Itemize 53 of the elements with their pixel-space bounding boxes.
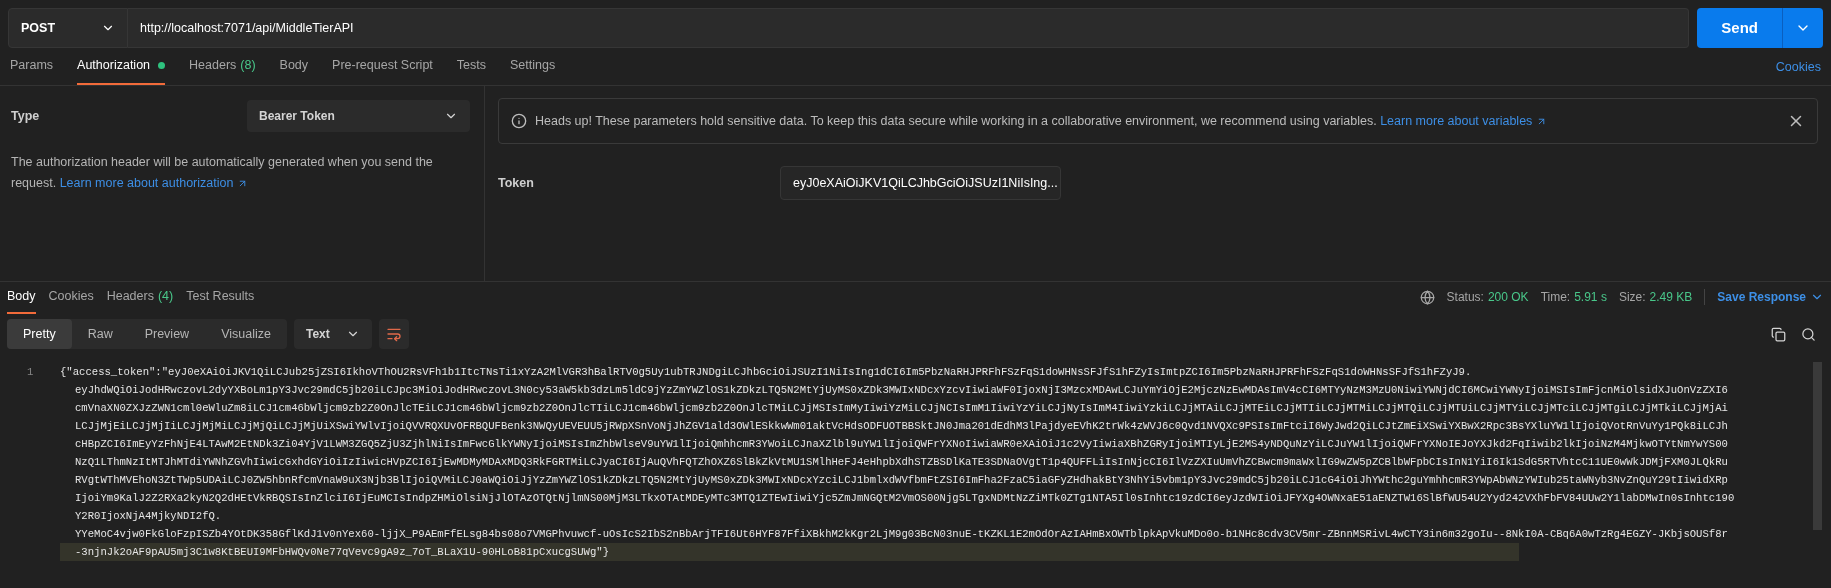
code-line: cHBpZCI6ImEyYzFhNjE4LTAwM2EtNDk3Zi04YjV1LWM3ZGQ5ZjU3ZjhlNiIsImFwcGlkYWNyIjoiMSIsImZhbWlseV9uYW1lIjoiQmhhcmR3YWoiLCJnaXZlbl9uYW1lIjoiQWFrYXNoIiwiaWR0eXAiOiJ1c2VyIiwiaXBhZGRyIjoiMTIyLjE2MS4yNDQuNzYiLCJuYW1lIjoiQWFrYXNoIEJoYXJkd2FqIiwib2lkIjoiNzM4MjkwOTYtNmYwYS00 [74, 437, 1729, 452]
token-field[interactable]: eyJ0eXAiOiJKV1QiLCJhbGciOiJSUzI1NiIsIng... [780, 166, 1061, 200]
code-line: cmVnaXN0ZXJzZWN1cml0eWluZm8iLCJ1cm46bWljcm9zb2Z0OnJlcTEiLCJ1cm46bWljcm9zb2Z0OnJlcTIiLCJ1cm46bWljcm9zb2Z0OnJlcTMiLCJjMSIsImMyIiwiYzMiLCJjNCIsImM1IiwiYzYiLCJjNyIsImM4IiwiYzkiLCJjMTAiLCJjMTEiLCJjMTIiLCJjMTMiLCJjMTQiLCJjMTUiLCJjMTYiLCJjMTciLCJjMTgiLCJjMTkiLCJjMjAi [74, 401, 1729, 416]
request-tab[interactable]: Settings [510, 56, 556, 85]
code-line: {"access_token":"eyJ0eXAiOiJKV1QiLCJub25jZSI6IkhoVThOU2RsVFh1b1ItcTNsTi1xYzA2MlVGR3hBalRTV0g5Uy1ubTRJNDgiLCJhbGciOiJSUzI1NiIsIng1dCI6Im5PbzNaRHJPRFhFSzFqS1doWHNsSFJfS1hFZyIsImtpZCI6Im5PbzNaRHJPRFhFSzFqS1doWHNsSFJfS1hFZyJ9. [60, 365, 1473, 380]
code-line: RVgtWThMVEhoN3ZtTWp5UDAiLCJ0ZW5hbnRfcmVnaW9uX3Njb3BlIjoiQVMiLCJ0aWQiOiJjYzZmYWZlOS1kZDkzLTQ5N2MtYjUyMS0xZDk3MWIxNDcxYzciLCJ1bmlxdWVfbmFtZSI6ImFha2FzaC5iaGFyZHdhakBtY3NhYi5vbm1pY3Jvc29mdC5jb20iLCJ1cG4iOiJhYWthc2guYmhhcmR3YWpAbWNzYWIub25taWNyb3NvZnQuY29tIiwidXRp [74, 473, 1729, 488]
response-tab[interactable]: Cookies [48, 287, 94, 314]
code-line: NzQ1LThmNzItMTJhMTdiYWNhZGVhIiwicGxhdGYiOiIzIiwicHVpZCI6IjEwMDMyMDAxMDQ3RkFGRTMiLCJyaCI6IjAuQVhFQTZhOXZ6SlBkZkVtMU1SMlhHeFJ4eHhpbXdhSTZBSDlKaTE3SDNaOVgtT1p4QUFFLiIsInNjcCI6IlVzZXIuUmVhZCBwcm9maWxlIG9wZW5pZCBlbWFpbCIsInN1YiI6Ik1SdG5RTVhtcC11UE0wWkJDMjFXM0JLQkRu [74, 455, 1729, 470]
request-tab[interactable]: Params [10, 56, 54, 85]
line-number: 1 [26, 365, 35, 380]
request-tab[interactable]: Headers (8) [189, 56, 256, 85]
search-icon[interactable] [1801, 326, 1816, 342]
response-tab[interactable]: Test Results [186, 287, 255, 314]
type-label: Type [11, 107, 40, 125]
url-field[interactable]: http://localhost:7071/api/MiddleTierAPI [128, 8, 1690, 48]
info-icon [511, 113, 527, 129]
scrollbar[interactable] [1813, 362, 1822, 530]
method-select[interactable]: POST [8, 8, 128, 48]
response-tab[interactable]: Body [7, 287, 36, 314]
wrap-lines-icon [385, 326, 402, 342]
view-tab[interactable]: Preview [128, 319, 206, 349]
variables-link[interactable]: Learn more about variables [1380, 111, 1548, 131]
save-response-button[interactable]: Save Response [1717, 288, 1824, 306]
request-tab[interactable]: Tests [456, 56, 486, 85]
notice-text: Heads up! These parameters hold sensitive data. To keep this data secure while working in a collaborative environment, we recommend using variables. Learn more about variables [535, 111, 1548, 131]
view-tab[interactable]: Pretty [7, 319, 72, 349]
request-tab[interactable]: Authorization [77, 56, 166, 85]
code-line: LCJjMjEiLCJjMjIiLCJjMjMiLCJjMjQiLCJjMjUiXSwiYWlvIjoiQVVRQXUvOFRBQUFBenk3NWQyUEVEUU5jRWpXSnVoNjJhZGV1ald3OWlESkkwWm01aktVcHdsODFUOTBBSktJN0Jma201dEdhM3lPajdyeEVhK2trWk4zWVJ6c0Qvd1NVQXc9PSIsImFtciI6WyJwd2QiLCJtZmEiXSwiYXBwX2Rpc3BsYXluYW1lIjoiQVotRnVuYy1PQk8iLCJh [74, 419, 1729, 434]
request-tab[interactable]: Pre-request Script [332, 56, 433, 85]
size-label: Size: [1618, 289, 1646, 306]
size-value: 2.49 KB [1649, 289, 1693, 306]
copy-icon[interactable] [1771, 326, 1786, 342]
auth-type-select[interactable]: Bearer Token [247, 100, 470, 132]
cookies-link[interactable]: Cookies [1775, 58, 1821, 85]
status-label: Status: [1446, 289, 1484, 306]
globe-icon[interactable] [1419, 289, 1435, 305]
code-line: Y2R0IjoxNjA4MjkyNDI2fQ. [74, 509, 223, 524]
view-tab[interactable]: Visualize [205, 319, 287, 349]
token-label: Token [498, 174, 535, 192]
status-value: 200 OK [1487, 289, 1529, 306]
time-label: Time: [1540, 289, 1571, 306]
view-tab[interactable]: Raw [71, 319, 129, 349]
code-line: IjoiYm9KalJ2Z2RXa2kyN2Q2dHEtVkRBQSIsInZlciI6IjEuMCIsIndpZHMiOlsiNjJlOTAzOTQtNjlmNS00MjM3LTkxOTAtMDEyMTc3MTQ1ZTEwIiwiYjc5ZmJmNGQtM2VmOS00Njg5LTgxNDMtNzZiMTk0ZTg1NTA5Il0sInhtc19zdCI6eyJzdWIiOiJFYXg4OWNxaE51aENZTW16SlBfWU54U2Yyd242VXhFbFV84UUw2Y1labDMwIn0sInhtc190 [74, 491, 1735, 506]
request-tab[interactable]: Body [279, 56, 309, 85]
code-line: YYeMoC4vjw0FkGloFzpISZb4YOtDK358GflKdJ1v0nYex60-ljjX_P9AEmFfELsg84bs08o7VMGPhvuwcf-uOsIcS2IbS2nBbArjTFI6Ut6HYF87FfiXBkhM2kKgr2LjM9g03BcN03nuE-tKZKL1E2mOdOrAzIAHmBxOWTblpkApVkuMDo0o-b1NHc8cdv3CV5mr-ZBnnMSRivL4wCTY3in6m32goIu--8NkI0A-CBq6A0wTzRg4EGZY-JKbjsOUSf8r [74, 527, 1729, 542]
auth-description: The authorization header will be automatically generated when you send the request. Learn more about authorization [11, 152, 473, 194]
send-button[interactable]: Send [1697, 8, 1782, 48]
learn-more-link[interactable]: Learn more about authorization [59, 173, 249, 194]
format-select[interactable]: Text [293, 319, 372, 349]
wrap-lines-button[interactable] [378, 319, 409, 349]
response-tab[interactable]: Headers (4) [106, 287, 174, 314]
code-line: eyJhdWQiOiJodHRwczovL2dyYXBoLm1pY3Jvc29mdC5jb20iLCJpc3MiOiJodHRwczovL3N0cy53aW5kb3dzLm5ldC9jYzZmYWZlOS1kZDkzLTQ5N2MtYjUyMS0xZDk3MWIxNDcxYzcvIiwiaWF0IjoxNjI3MzcxMDAwLCJuYmYiOjE2MjczNzEwMDAsImV4cCI6MTYyNzM3MzU0NiwiYWNjdCI6MCwiYWNyIjoiMSIsImFjcnMiOlsidXJuOnVzZXI6 [74, 383, 1729, 398]
time-value: 5.91 s [1574, 289, 1607, 306]
